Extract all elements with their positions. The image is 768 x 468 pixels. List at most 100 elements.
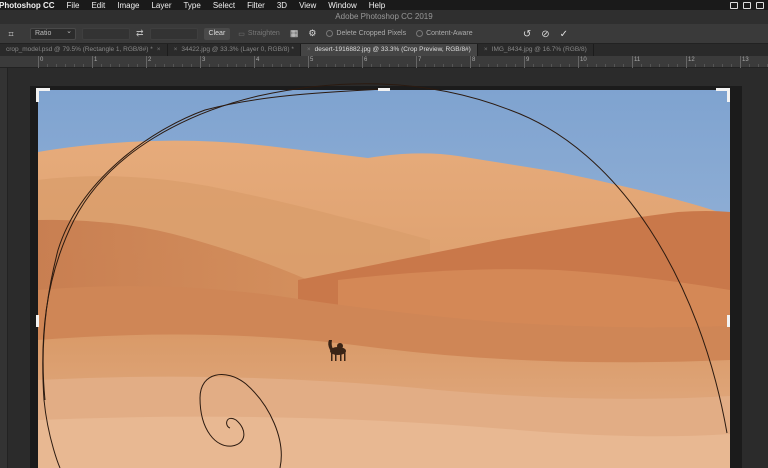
- ruler-minor-tick: [263, 64, 264, 67]
- document-tab[interactable]: × 34422.jpg @ 33.3% (Layer 0, RGB/8) *: [168, 44, 301, 56]
- menu-type[interactable]: Type: [177, 1, 206, 10]
- delete-cropped-checkbox[interactable]: Delete Cropped Pixels: [326, 30, 406, 37]
- document-tab-active[interactable]: × desert-1916882.jpg @ 33.3% (Crop Previ…: [300, 44, 478, 56]
- menu-image[interactable]: Image: [111, 1, 145, 10]
- menu-layer[interactable]: Layer: [145, 1, 177, 10]
- ruler-minor-tick: [218, 64, 219, 67]
- ruler-label: 11: [634, 57, 641, 63]
- commit-check-icon[interactable]: ✓: [560, 29, 568, 40]
- gear-icon[interactable]: ⚙: [308, 28, 316, 39]
- ruler-minor-tick: [731, 64, 732, 67]
- ruler-minor-tick: [380, 64, 381, 67]
- ruler-minor-tick: [344, 64, 345, 67]
- straighten-label: Straighten: [247, 30, 280, 37]
- ruler-minor-tick: [497, 64, 498, 67]
- width-field[interactable]: [82, 27, 130, 40]
- menu-3d[interactable]: 3D: [271, 1, 293, 10]
- checkbox-icon: [326, 30, 334, 37]
- ruler-minor-tick: [245, 64, 246, 67]
- ruler-minor-tick: [83, 64, 84, 67]
- ruler-minor-tick: [74, 64, 75, 67]
- ruler-minor-tick: [569, 64, 570, 67]
- ruler-tick: [308, 56, 309, 68]
- ruler-label: 2: [148, 57, 152, 63]
- tab-label: desert-1916882.jpg @ 33.3% (Crop Preview…: [314, 46, 471, 53]
- ruler-minor-tick: [155, 64, 156, 67]
- ruler-minor-tick: [614, 64, 615, 67]
- ruler-label: 13: [742, 57, 749, 63]
- ruler-label: 6: [364, 57, 368, 63]
- tab-label: crop_model.psd @ 79.5% (Rectangle 1, RGB…: [6, 46, 153, 53]
- ruler-minor-tick: [182, 64, 183, 67]
- content-aware-checkbox[interactable]: Content-Aware: [416, 30, 473, 37]
- desert-photo: [38, 90, 730, 468]
- content-aware-label: Content-Aware: [426, 30, 473, 37]
- ruler-minor-tick: [695, 64, 696, 67]
- ruler-tick: [254, 56, 255, 68]
- document-tab[interactable]: × IMG_8434.jpg @ 16.7% (RGB/8): [478, 44, 594, 56]
- ratio-dropdown[interactable]: Ratio: [30, 27, 76, 40]
- menu-file[interactable]: File: [61, 1, 86, 10]
- ruler-minor-tick: [407, 64, 408, 67]
- ruler-minor-tick: [713, 64, 714, 67]
- swap-icon[interactable]: ⇄: [136, 28, 144, 39]
- vertical-ruler[interactable]: [0, 68, 8, 468]
- straighten-button[interactable]: ▭ Straighten: [238, 30, 280, 38]
- ruler-minor-tick: [515, 64, 516, 67]
- ruler-minor-tick: [533, 64, 534, 67]
- close-icon[interactable]: ×: [157, 44, 161, 56]
- clear-button[interactable]: Clear: [203, 27, 231, 40]
- display-icon[interactable]: [730, 1, 738, 9]
- ruler-minor-tick: [506, 64, 507, 67]
- ruler-label: 5: [310, 57, 314, 63]
- ruler-minor-tick: [560, 64, 561, 67]
- cancel-icon[interactable]: ⊘: [541, 29, 549, 40]
- ruler-minor-tick: [191, 64, 192, 67]
- wifi-icon[interactable]: [756, 1, 764, 9]
- checkbox-icon: [416, 30, 424, 37]
- ruler-minor-tick: [677, 64, 678, 67]
- delete-cropped-label: Delete Cropped Pixels: [336, 30, 407, 37]
- reset-icon[interactable]: ↺: [523, 29, 531, 40]
- ruler-minor-tick: [758, 64, 759, 67]
- tab-label: 34422.jpg @ 33.3% (Layer 0, RGB/8) *: [181, 46, 294, 53]
- menu-help[interactable]: Help: [363, 1, 391, 10]
- ruler-label: 9: [526, 57, 530, 63]
- document-image[interactable]: [38, 90, 730, 468]
- ruler-minor-tick: [128, 64, 129, 67]
- crop-tool-icon[interactable]: ⌗: [4, 27, 18, 41]
- menu-view[interactable]: View: [293, 1, 322, 10]
- app-menu[interactable]: Photoshop CC: [0, 1, 61, 10]
- document-tab[interactable]: crop_model.psd @ 79.5% (Rectangle 1, RGB…: [0, 44, 168, 56]
- ruler-tick: [92, 56, 93, 68]
- ruler-minor-tick: [551, 64, 552, 67]
- ruler-minor-tick: [209, 64, 210, 67]
- menu-window[interactable]: Window: [322, 1, 362, 10]
- ruler-label: 7: [418, 57, 422, 63]
- ruler-minor-tick: [164, 64, 165, 67]
- menu-edit[interactable]: Edit: [85, 1, 111, 10]
- overlay-options-icon[interactable]: ▦: [290, 28, 299, 39]
- straighten-icon: ▭: [238, 30, 245, 38]
- height-field[interactable]: [149, 27, 198, 40]
- close-icon[interactable]: ×: [174, 44, 178, 56]
- ruler-minor-tick: [479, 64, 480, 67]
- menu-filter[interactable]: Filter: [241, 1, 271, 10]
- ruler-label: 3: [202, 57, 206, 63]
- ruler-minor-tick: [650, 64, 651, 67]
- menu-select[interactable]: Select: [207, 1, 241, 10]
- battery-icon[interactable]: [743, 1, 751, 9]
- ruler-label: 1: [94, 57, 98, 63]
- close-icon[interactable]: ×: [484, 44, 488, 56]
- document-tabs: crop_model.psd @ 79.5% (Rectangle 1, RGB…: [0, 44, 768, 56]
- ruler-minor-tick: [110, 64, 111, 67]
- close-icon[interactable]: ×: [307, 44, 311, 56]
- ruler-minor-tick: [101, 64, 102, 67]
- horizontal-ruler[interactable]: 0 1 2 3 4 5 6 7 8 9 10 11 12 13: [0, 56, 768, 68]
- ruler-minor-tick: [623, 64, 624, 67]
- ruler-label: 10: [580, 57, 587, 63]
- ruler-minor-tick: [722, 64, 723, 67]
- ruler-tick: [38, 56, 39, 68]
- ruler-tick: [362, 56, 363, 68]
- ruler-tick: [416, 56, 417, 68]
